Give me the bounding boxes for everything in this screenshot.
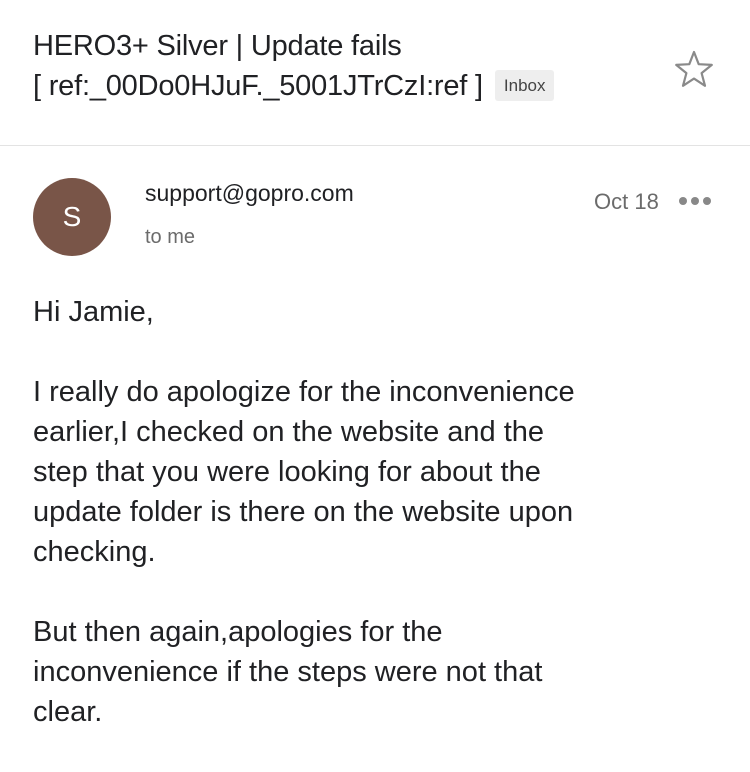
body-line: step that you were looking for about the	[33, 456, 541, 488]
email-subject: HERO3+ Silver | Update fails [ ref:_00Do…	[33, 26, 653, 106]
message-date: Oct 18	[594, 189, 659, 214]
body-line: I really do apologize for the inconvenie…	[33, 376, 575, 408]
sender-address[interactable]: support@gopro.com	[145, 178, 354, 208]
message-body: Hi Jamie, I really do apologize for the …	[33, 292, 723, 772]
more-options-button[interactable]	[675, 190, 715, 214]
subject-line-2: [ ref:_00Do0HJuF._5001JTrCzI:ref ] Inbox	[33, 66, 653, 106]
subject-line-2-text: [ ref:_00Do0HJuF._5001JTrCzI:ref ]	[33, 70, 483, 102]
star-outline-icon	[675, 50, 713, 87]
body-line: inconvenience if the steps were not that	[33, 656, 543, 688]
body-paragraph-2: But then again,apologies for the inconve…	[33, 612, 723, 732]
greeting-line: Hi Jamie,	[33, 296, 154, 328]
recipient-details[interactable]: to me	[145, 224, 195, 250]
body-line: earlier,I checked on the website and the	[33, 416, 545, 448]
subject-line-1: HERO3+ Silver | Update fails	[33, 30, 402, 62]
body-line: checking.	[33, 536, 156, 568]
email-header: HERO3+ Silver | Update fails [ ref:_00Do…	[0, 0, 750, 145]
greeting-paragraph: Hi Jamie,	[33, 292, 723, 332]
body-line: update folder is there on the website up…	[33, 496, 574, 528]
star-button[interactable]	[672, 48, 716, 92]
inbox-label-chip[interactable]: Inbox	[494, 70, 555, 101]
header-divider	[0, 145, 750, 146]
sender-avatar[interactable]: S	[33, 178, 111, 256]
body-line: clear.	[33, 696, 103, 728]
body-paragraph-1: I really do apologize for the inconvenie…	[33, 372, 723, 572]
body-line: But then again,apologies for the	[33, 616, 443, 648]
